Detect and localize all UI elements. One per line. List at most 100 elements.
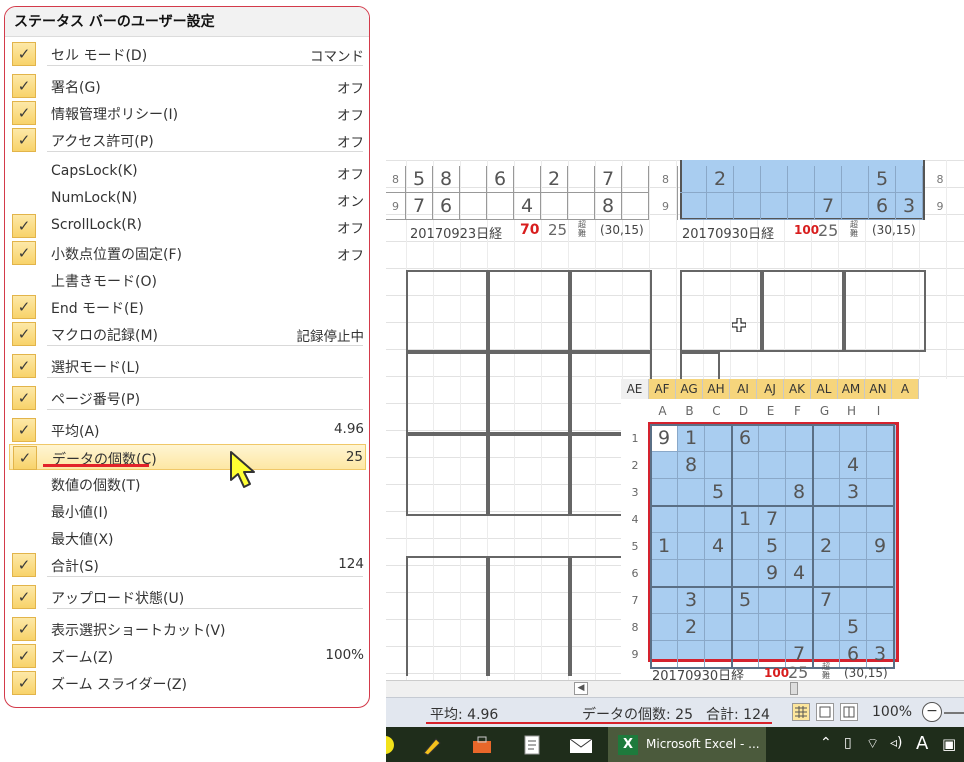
- column-header[interactable]: A: [892, 379, 919, 399]
- wifi-icon[interactable]: ⌔: [866, 735, 879, 753]
- sudoku-cell[interactable]: 5: [840, 614, 867, 641]
- page-break-icon[interactable]: [840, 703, 858, 721]
- battery-icon[interactable]: ▯: [844, 735, 852, 751]
- sudoku-cell[interactable]: [651, 452, 678, 479]
- sudoku-cell[interactable]: 1: [651, 533, 678, 560]
- sudoku-cell[interactable]: 3: [678, 587, 705, 614]
- sudoku-cell[interactable]: [460, 166, 487, 193]
- menu-item[interactable]: ✓ 平均(A) 4.96: [9, 417, 366, 443]
- sudoku-cell[interactable]: 4: [786, 560, 813, 587]
- sudoku-cell[interactable]: [786, 587, 813, 614]
- sudoku-cell[interactable]: [732, 452, 759, 479]
- sudoku-cell[interactable]: 6: [433, 193, 460, 220]
- action-center-icon[interactable]: ▣: [942, 735, 956, 753]
- menu-item[interactable]: ✓ End モード(E): [9, 294, 366, 320]
- volume-icon[interactable]: ◃): [890, 735, 903, 751]
- zoom-slider[interactable]: [944, 712, 964, 714]
- sudoku-cell[interactable]: [705, 506, 732, 533]
- sudoku-cell[interactable]: [680, 166, 707, 193]
- sudoku-cell[interactable]: 7: [815, 193, 842, 220]
- sudoku-cell[interactable]: 9: [867, 533, 894, 560]
- sudoku-cell[interactable]: 2: [813, 533, 840, 560]
- sudoku-cell[interactable]: [759, 614, 786, 641]
- sudoku-cell[interactable]: 5: [869, 166, 896, 193]
- sudoku-cell[interactable]: [678, 533, 705, 560]
- menu-item[interactable]: 最大値(X): [9, 525, 366, 551]
- sudoku-cell[interactable]: [867, 452, 894, 479]
- tray-chevron-icon[interactable]: ⌃: [820, 735, 832, 751]
- sudoku-cell[interactable]: [651, 614, 678, 641]
- pencil-icon[interactable]: [420, 733, 444, 757]
- sudoku-cell[interactable]: 6: [487, 166, 514, 193]
- menu-item[interactable]: ✓ マクロの記録(M) 記録停止中: [9, 321, 366, 347]
- menu-item[interactable]: ✓ ScrollLock(R) オフ: [9, 213, 366, 239]
- sudoku-cell[interactable]: [759, 479, 786, 506]
- sudoku-cell[interactable]: [705, 614, 732, 641]
- sudoku-cell[interactable]: [840, 560, 867, 587]
- sudoku-cell[interactable]: [786, 533, 813, 560]
- sudoku-cell[interactable]: [705, 452, 732, 479]
- zoom-level[interactable]: 100%: [872, 704, 912, 720]
- sudoku-cell[interactable]: [759, 425, 786, 452]
- sudoku-cell[interactable]: [705, 560, 732, 587]
- sudoku-cell[interactable]: [651, 560, 678, 587]
- toolbox-icon[interactable]: [470, 733, 494, 757]
- sudoku-cell[interactable]: 4: [705, 533, 732, 560]
- sudoku-cell[interactable]: [786, 614, 813, 641]
- sudoku-cell[interactable]: [813, 425, 840, 452]
- sudoku-cell[interactable]: [705, 587, 732, 614]
- sudoku-cell[interactable]: [761, 193, 788, 220]
- sudoku-cell[interactable]: [867, 614, 894, 641]
- sudoku-cell[interactable]: [732, 560, 759, 587]
- sudoku-cell[interactable]: [867, 506, 894, 533]
- sudoku-cell[interactable]: [759, 641, 786, 668]
- menu-item[interactable]: ✓ アップロード状態(U): [9, 584, 366, 610]
- sudoku-cell[interactable]: [842, 193, 869, 220]
- sudoku-cell[interactable]: [678, 641, 705, 668]
- menu-item[interactable]: ✓ 小数点位置の固定(F) オフ: [9, 240, 366, 266]
- sudoku-cell[interactable]: [705, 425, 732, 452]
- sudoku-cell[interactable]: [759, 587, 786, 614]
- column-header[interactable]: AJ: [757, 379, 784, 399]
- menu-item[interactable]: ✓ 合計(S) 124: [9, 552, 366, 578]
- column-header[interactable]: AN: [865, 379, 892, 399]
- menu-item[interactable]: ✓ セル モード(D) コマンド: [9, 41, 366, 67]
- sudoku-cell[interactable]: [786, 425, 813, 452]
- sudoku-cell[interactable]: 7: [759, 506, 786, 533]
- sudoku-cell[interactable]: 3: [896, 193, 923, 220]
- sudoku-cell[interactable]: [622, 193, 649, 220]
- sudoku-cell[interactable]: 4: [514, 193, 541, 220]
- scroll-thumb[interactable]: [790, 682, 798, 695]
- sudoku-cell[interactable]: [678, 506, 705, 533]
- sudoku-cell[interactable]: 9: [759, 560, 786, 587]
- menu-item[interactable]: ✓ 署名(G) オフ: [9, 73, 366, 99]
- sudoku-cell[interactable]: 5: [759, 533, 786, 560]
- sudoku-cell[interactable]: [786, 452, 813, 479]
- column-header[interactable]: AH: [703, 379, 730, 399]
- sudoku-cell[interactable]: [842, 166, 869, 193]
- sudoku-cell[interactable]: [732, 641, 759, 668]
- column-header[interactable]: AL: [811, 379, 838, 399]
- sudoku-cell[interactable]: [651, 479, 678, 506]
- sudoku-cell[interactable]: [788, 166, 815, 193]
- sudoku-cell[interactable]: [840, 506, 867, 533]
- menu-item[interactable]: ✓ 表示選択ショートカット(V): [9, 616, 366, 642]
- sudoku-cell[interactable]: 5: [705, 479, 732, 506]
- sudoku-cell[interactable]: [732, 533, 759, 560]
- sudoku-cell[interactable]: 3: [867, 641, 894, 668]
- sudoku-cell[interactable]: 1: [732, 506, 759, 533]
- menu-item[interactable]: 上書きモード(O): [9, 267, 366, 293]
- notepad-icon[interactable]: [520, 733, 544, 757]
- sudoku-cell[interactable]: 8: [678, 452, 705, 479]
- sudoku-cell[interactable]: [651, 641, 678, 668]
- sudoku-cell[interactable]: 4: [840, 452, 867, 479]
- sudoku-cell[interactable]: [867, 479, 894, 506]
- sudoku-cell[interactable]: [813, 614, 840, 641]
- sudoku-cell[interactable]: 2: [541, 166, 568, 193]
- sudoku-cell[interactable]: [460, 193, 487, 220]
- page-layout-icon[interactable]: [816, 703, 834, 721]
- menu-item[interactable]: 数値の個数(T): [9, 471, 366, 497]
- sudoku-cell[interactable]: 7: [406, 193, 433, 220]
- sudoku-cell[interactable]: [867, 560, 894, 587]
- menu-item[interactable]: ✓ ズーム スライダー(Z): [9, 670, 366, 696]
